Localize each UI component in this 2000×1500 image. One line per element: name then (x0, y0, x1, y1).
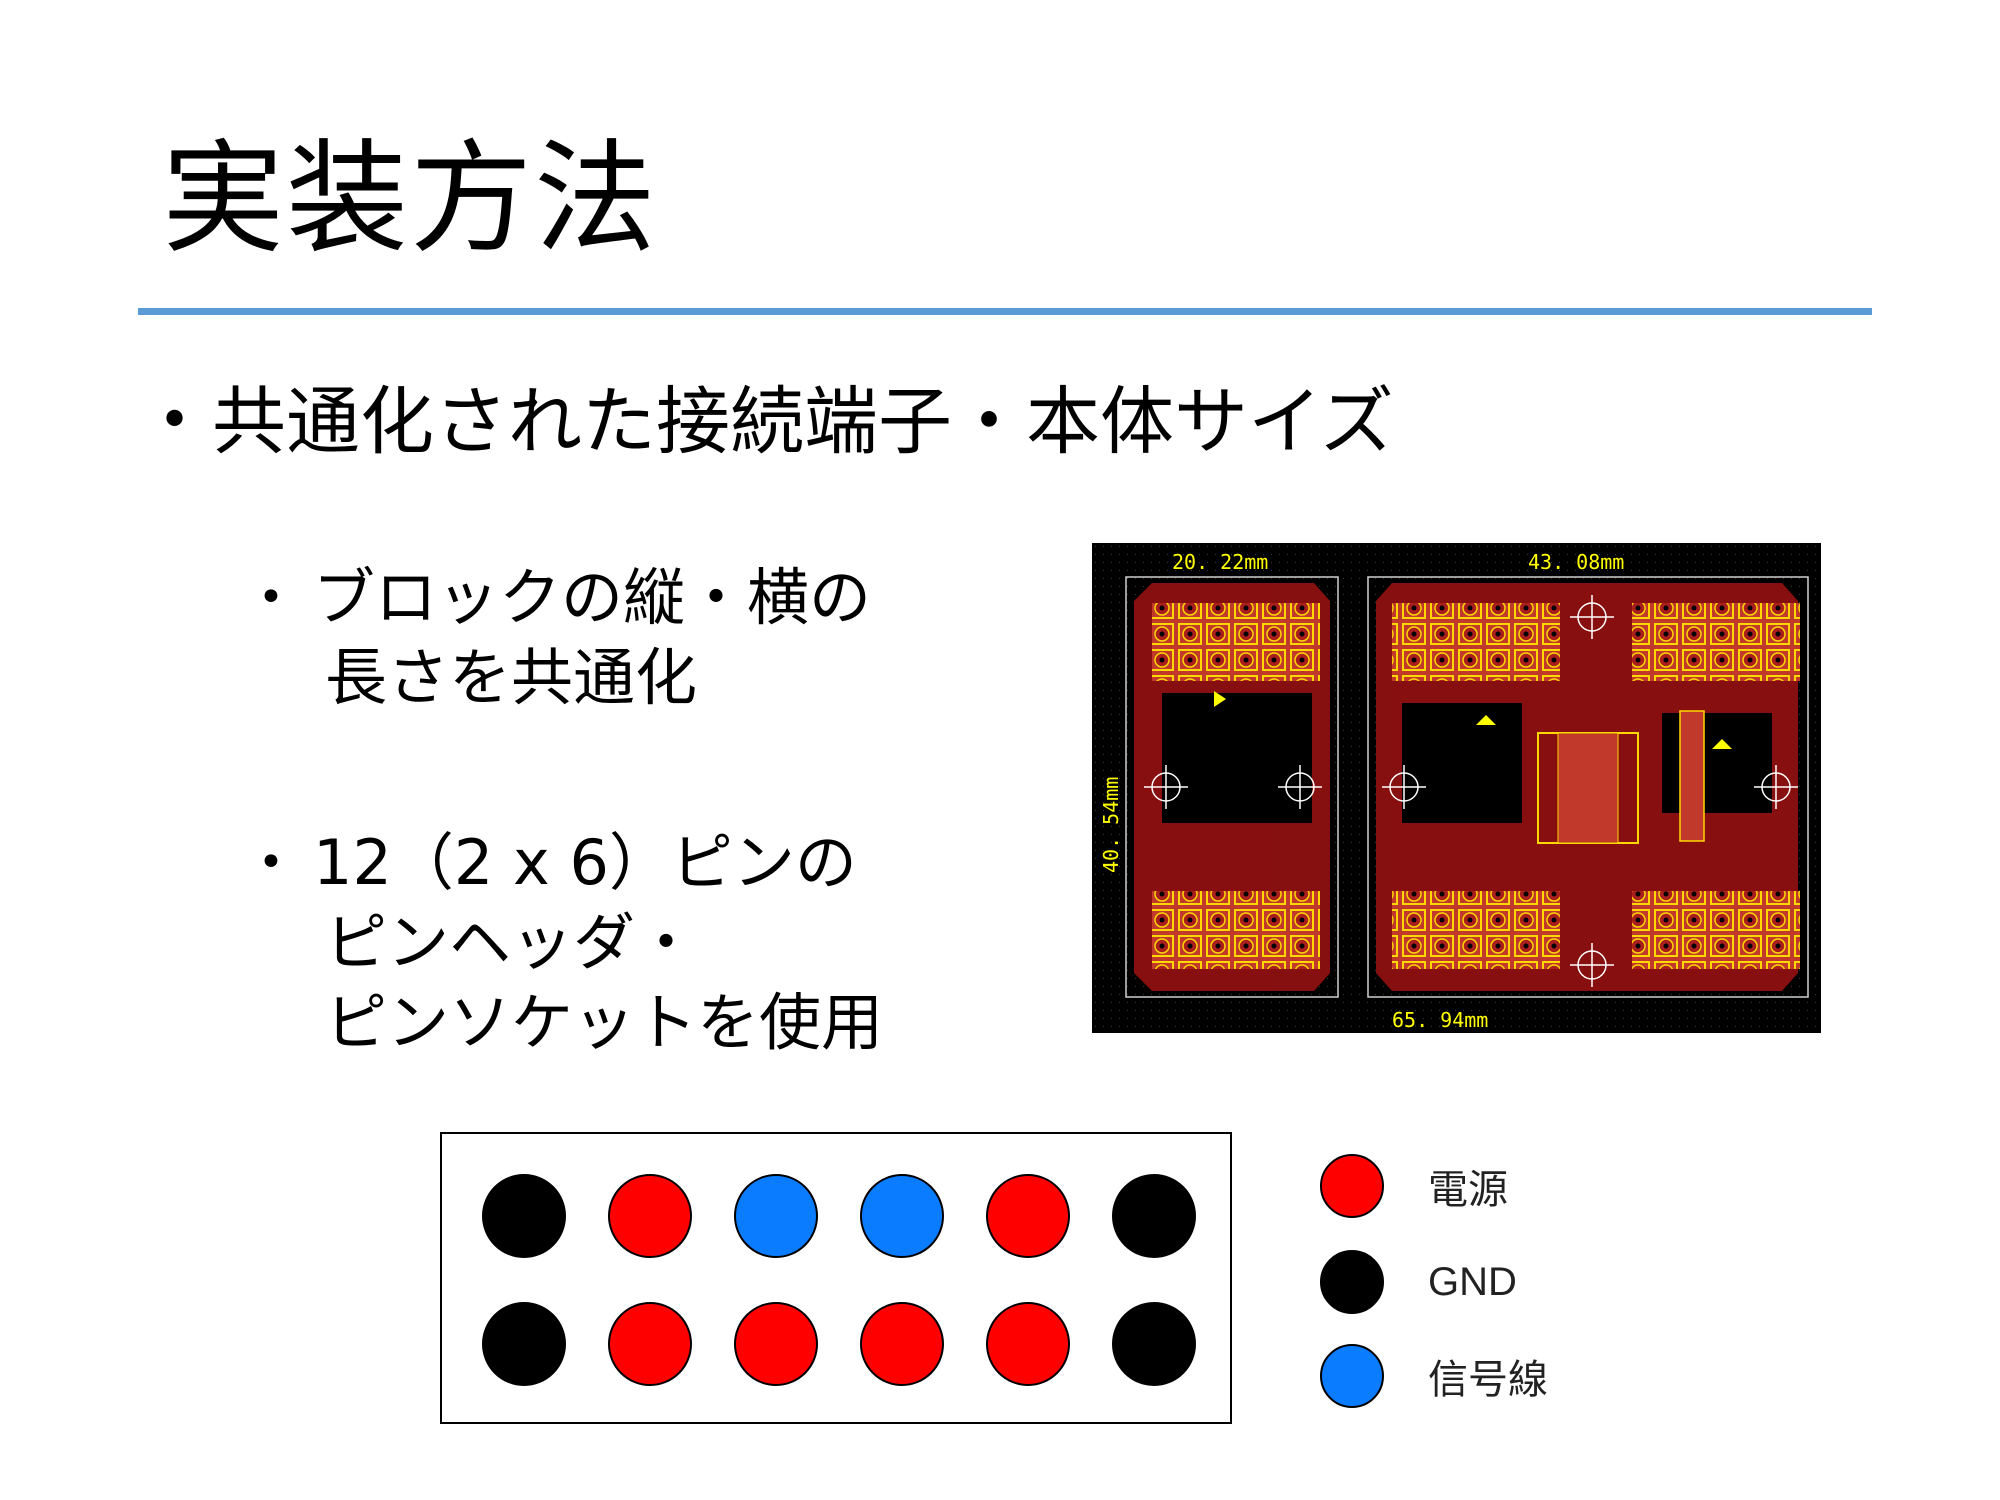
pin-power (608, 1174, 692, 1258)
sub-bullet-2: • 12（2 x 6）ピンの ピンヘッダ・ ピンソケットを使用 (258, 823, 883, 1063)
pin-gnd (482, 1302, 566, 1386)
legend-signal: 信号線 (1320, 1344, 1548, 1408)
bullet-icon: • (158, 388, 192, 453)
slide-title: 実装方法 (162, 128, 658, 270)
sub-bullet-2-line-3: ピンソケットを使用 (325, 986, 884, 1059)
title-divider (138, 308, 1872, 315)
sub-bullet-2-line-2: ピンヘッダ・ (325, 906, 698, 979)
pin-power (860, 1302, 944, 1386)
legend-gnd: GND (1320, 1250, 1517, 1314)
pcb-layout-image: 20. 22mm 43. 08mm 65. 94mm 40. 54mm (1092, 543, 1821, 1033)
pin-gnd (1112, 1174, 1196, 1258)
pcb-dim-left: 40. 54mm (1099, 777, 1123, 873)
pin-gnd (1112, 1302, 1196, 1386)
legend-power-swatch (1320, 1154, 1384, 1218)
pcb-dim-bottom: 65. 94mm (1392, 1008, 1488, 1032)
bullet-icon: • (258, 837, 284, 888)
pin-power (608, 1302, 692, 1386)
pin-header-diagram (440, 1132, 1232, 1424)
sub-bullet-1-line-2: 長さを共通化 (325, 641, 698, 714)
sub-bullet-2-line-1: 12（2 x 6）ピンの (313, 826, 857, 899)
sub-bullet-1-line-1: ブロックの縦・横の (313, 561, 872, 634)
pin-signal (734, 1174, 818, 1258)
legend-power-label: 電源 (1428, 1168, 1508, 1212)
bullet-icon: • (258, 572, 284, 623)
pin-gnd (482, 1174, 566, 1258)
pcb-dim-top-right: 43. 08mm (1528, 550, 1624, 574)
pin-signal (860, 1174, 944, 1258)
legend-power: 電源 (1320, 1154, 1508, 1218)
legend-signal-swatch (1320, 1344, 1384, 1408)
main-bullet: • 共通化された接続端子・本体サイズ (158, 379, 1394, 465)
main-bullet-text: 共通化された接続端子・本体サイズ (212, 379, 1394, 465)
pin-power (986, 1302, 1070, 1386)
legend-signal-label: 信号線 (1428, 1358, 1548, 1402)
pin-power (986, 1174, 1070, 1258)
pin-power (734, 1302, 818, 1386)
legend-gnd-swatch (1320, 1250, 1384, 1314)
pcb-dim-top-left: 20. 22mm (1172, 550, 1268, 574)
sub-bullet-1: • ブロックの縦・横の 長さを共通化 (258, 558, 871, 718)
legend-gnd-label: GND (1428, 1259, 1517, 1304)
